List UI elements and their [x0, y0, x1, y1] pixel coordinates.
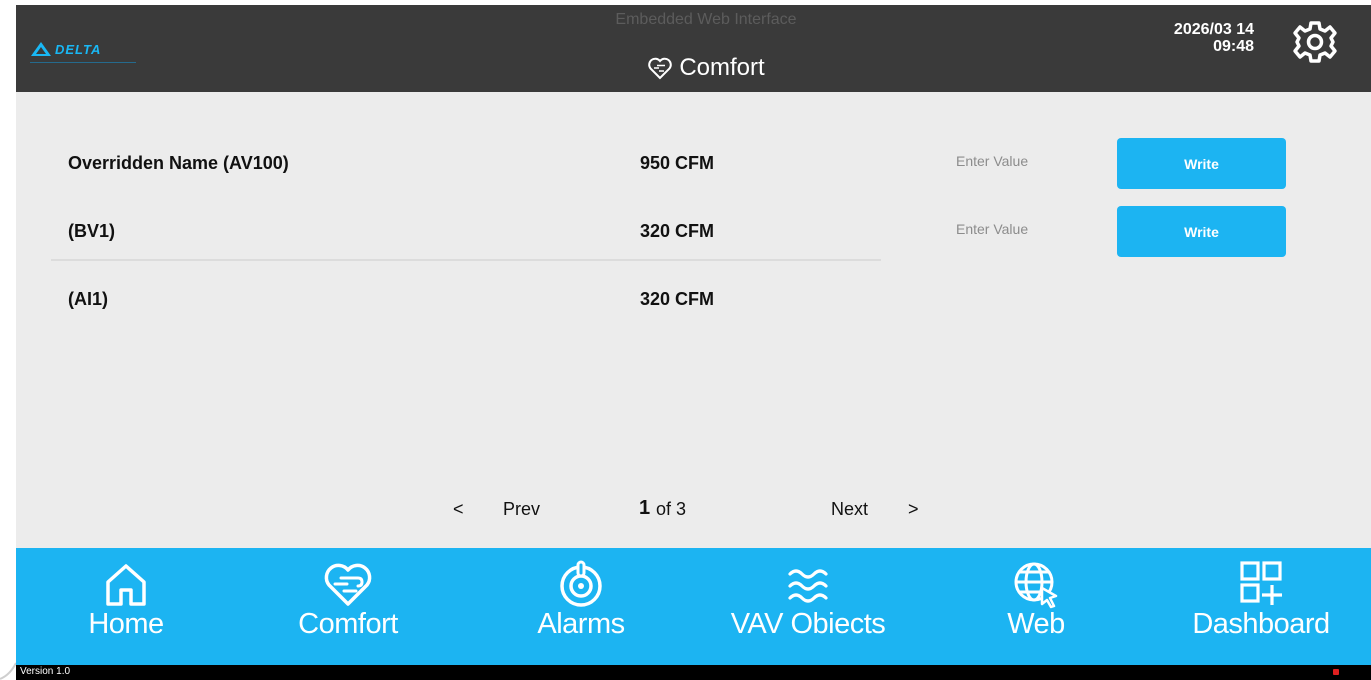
point-value: 950 CFM [640, 153, 715, 173]
page-count: of 3 [656, 499, 687, 519]
point-value: 320 CFM [640, 221, 715, 241]
nav-comfort-label: Comfort [298, 608, 398, 640]
nav-vav-objects[interactable]: VAV Obiects [708, 548, 908, 665]
heart-comfort-icon [324, 563, 372, 606]
status-indicator [1333, 669, 1339, 675]
row-divider [51, 259, 881, 261]
page-title: Comfort [576, 51, 836, 85]
point-value: 320 CFM [640, 289, 715, 309]
nav-alarms[interactable]: Alarms [526, 548, 636, 665]
write-button[interactable]: Write [1117, 206, 1286, 257]
version-label: Version 1.0 [20, 666, 71, 677]
alarm-icon [560, 560, 602, 607]
globe-cursor-icon [1014, 562, 1058, 609]
brand-name: DELTA [55, 41, 102, 57]
chevron-right-icon[interactable]: > [908, 499, 919, 520]
nav-comfort[interactable]: Comfort [288, 548, 408, 665]
dashboard-grid-icon [1240, 561, 1282, 605]
app-title: Embedded Web Interface [615, 11, 797, 28]
status-footer: Version 1.0 [16, 665, 1371, 680]
current-page-number: 1 [639, 497, 651, 519]
nav-dashboard-label: Dashboard [1192, 608, 1330, 640]
nav-web-label: Web [1007, 608, 1065, 640]
nav-vav-objects-label: VAV Obiects [730, 608, 886, 640]
nav-dashboard[interactable]: Dashboard [1176, 548, 1346, 665]
heart-comfort-icon [648, 57, 673, 80]
logo-underline [30, 62, 136, 63]
value-input[interactable] [931, 211, 1111, 247]
home-icon [106, 564, 146, 606]
point-row: Overridden Name (AV100) 950 CFM Write [51, 131, 1301, 189]
corner-decoration [0, 662, 16, 680]
write-button[interactable]: Write [1117, 138, 1286, 189]
app-window: DELTA Embedded Web Interface Comfort 202… [16, 5, 1371, 680]
point-name: Overridden Name (AV100) [68, 153, 289, 173]
pagination: < Prev 1 of 3 Next > [16, 497, 1371, 527]
nav-alarms-label: Alarms [537, 608, 625, 640]
point-name: (AI1) [68, 289, 108, 309]
time-text: 09:48 [1213, 38, 1254, 55]
nav-home-label: Home [88, 608, 164, 640]
nav-web[interactable]: Web [986, 548, 1086, 665]
top-header: DELTA Embedded Web Interface Comfort 202… [16, 5, 1371, 92]
prev-page-button[interactable]: Prev [503, 499, 540, 520]
point-row: (AI1) 320 CFM [51, 267, 1301, 325]
nav-home[interactable]: Home [76, 548, 176, 665]
delta-logo-icon [31, 42, 51, 56]
page-title-text: Comfort [679, 54, 765, 81]
bottom-nav: Home Comfort Alarms VAV Obiects Web Dash… [16, 548, 1371, 665]
date-text: 2026/03 14 [1173, 21, 1254, 38]
delta-logo[interactable]: DELTA [30, 35, 138, 63]
value-input[interactable] [931, 143, 1111, 179]
chevron-left-icon[interactable]: < [453, 499, 464, 520]
point-name: (BV1) [68, 221, 116, 241]
point-row: (BV1) 320 CFM Write [51, 199, 1301, 257]
next-page-button[interactable]: Next [831, 499, 868, 520]
datetime: 2026/03 14 09:48 [1126, 21, 1254, 55]
airflow-waves-icon [788, 569, 828, 603]
gear-icon[interactable] [1292, 19, 1338, 65]
